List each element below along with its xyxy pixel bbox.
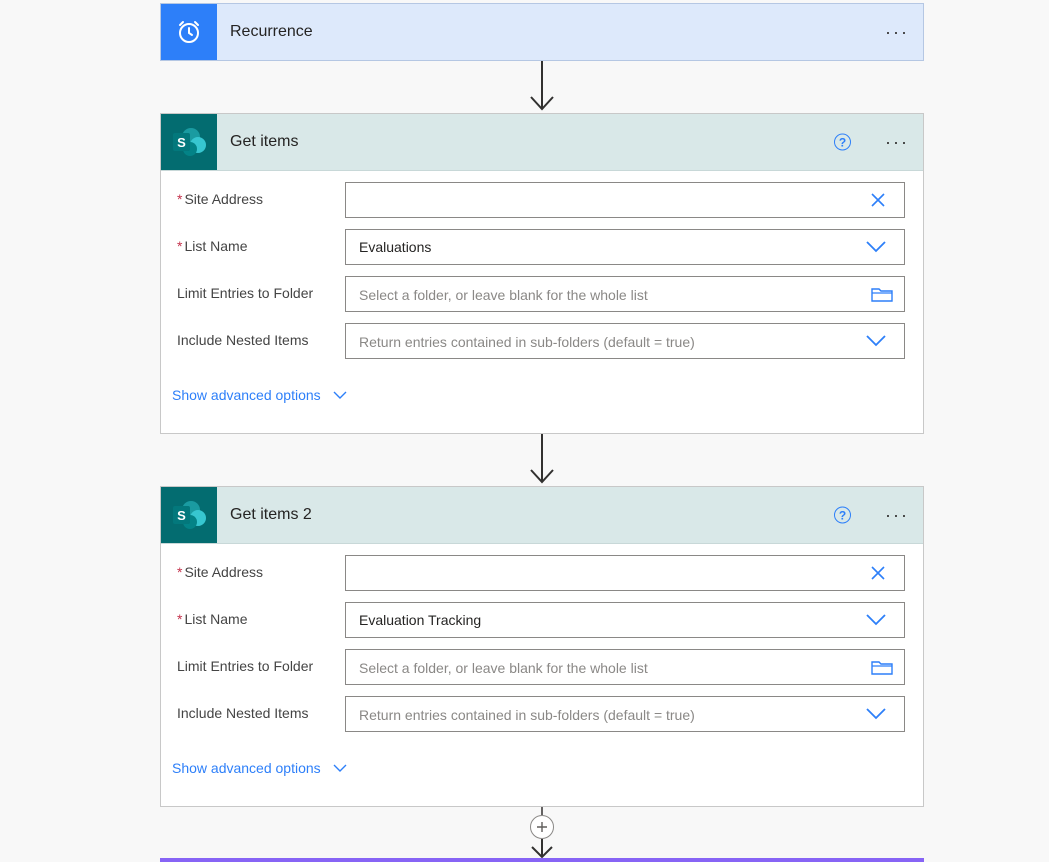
get-items-title: Get items — [230, 133, 299, 150]
required-marker: * — [177, 191, 183, 207]
chevron-down-icon[interactable] — [866, 241, 886, 253]
limit-entries-row: Limit Entries to Folder Select a folder,… — [161, 276, 923, 312]
site-address-row: * Site Address — [161, 182, 923, 218]
chevron-down-icon[interactable] — [866, 708, 886, 720]
limit-entries-input[interactable]: Select a folder, or leave blank for the … — [345, 276, 905, 312]
list-name-row: * List Name Evaluations — [161, 229, 923, 265]
show-advanced-options-label: Show advanced options — [172, 760, 321, 776]
get-items-card[interactable]: S Get items ? ··· * Site Address * List Na… — [160, 113, 924, 434]
site-address-label: * Site Address — [177, 564, 264, 580]
help-icon[interactable]: ? — [834, 506, 851, 524]
site-address-label: * Site Address — [177, 191, 264, 207]
clear-icon[interactable] — [870, 565, 886, 581]
folder-icon[interactable] — [871, 659, 893, 675]
insert-step-plus-button[interactable] — [530, 815, 554, 839]
include-nested-placeholder: Return entries contained in sub-folders … — [359, 707, 695, 723]
get-items-2-more-button[interactable]: ··· — [885, 506, 909, 524]
limit-entries-row: Limit Entries to Folder Select a folder,… — [161, 649, 923, 685]
show-advanced-options-label: Show advanced options — [172, 387, 321, 403]
sharepoint-icon: S — [173, 128, 206, 156]
chevron-down-icon[interactable] — [866, 614, 886, 626]
help-icon[interactable]: ? — [834, 133, 851, 151]
chevron-down-icon — [333, 764, 347, 772]
show-advanced-options-link[interactable]: Show advanced options — [172, 760, 347, 776]
limit-entries-label: Limit Entries to Folder — [177, 285, 314, 301]
clear-icon[interactable] — [870, 192, 886, 208]
list-name-label: * List Name — [177, 611, 248, 627]
limit-entries-placeholder: Select a folder, or leave blank for the … — [359, 287, 648, 303]
list-name-row: * List Name Evaluation Tracking — [161, 602, 923, 638]
site-address-row: * Site Address — [161, 555, 923, 591]
site-address-input[interactable] — [345, 555, 905, 591]
recurrence-title: Recurrence — [230, 23, 313, 40]
sharepoint-icon-tile: S — [161, 487, 217, 543]
sharepoint-icon-tile: S — [161, 114, 217, 170]
get-items-2-header[interactable]: S Get items 2 ? ··· — [161, 487, 923, 544]
next-action-card-edge[interactable] — [160, 858, 924, 862]
svg-text:S: S — [177, 508, 186, 523]
include-nested-label: Include Nested Items — [177, 332, 309, 348]
chevron-down-icon — [333, 391, 347, 399]
list-name-dropdown[interactable]: Evaluation Tracking — [345, 602, 905, 638]
recurrence-header[interactable]: Recurrence ··· — [161, 4, 923, 60]
get-items-2-title: Get items 2 — [230, 506, 312, 523]
get-items-more-button[interactable]: ··· — [885, 133, 909, 151]
limit-entries-placeholder: Select a folder, or leave blank for the … — [359, 660, 648, 676]
list-name-value: Evaluations — [359, 239, 432, 255]
include-nested-label: Include Nested Items — [177, 705, 309, 721]
include-nested-dropdown[interactable]: Return entries contained in sub-folders … — [345, 696, 905, 732]
chevron-down-icon[interactable] — [866, 335, 886, 347]
required-marker: * — [177, 611, 183, 627]
connector-arrow — [530, 61, 554, 111]
svg-text:S: S — [177, 135, 186, 150]
site-address-input[interactable] — [345, 182, 905, 218]
recurrence-more-button[interactable]: ··· — [885, 23, 909, 41]
connector-arrow — [530, 434, 554, 484]
list-name-label: * List Name — [177, 238, 248, 254]
list-name-dropdown[interactable]: Evaluations — [345, 229, 905, 265]
sharepoint-icon: S — [173, 501, 206, 529]
folder-icon[interactable] — [871, 286, 893, 302]
include-nested-row: Include Nested Items Return entries cont… — [161, 323, 923, 359]
include-nested-row: Include Nested Items Return entries cont… — [161, 696, 923, 732]
required-marker: * — [177, 564, 183, 580]
include-nested-dropdown[interactable]: Return entries contained in sub-folders … — [345, 323, 905, 359]
get-items-header[interactable]: S Get items ? ··· — [161, 114, 923, 171]
recurrence-card[interactable]: Recurrence ··· — [160, 3, 924, 61]
list-name-value: Evaluation Tracking — [359, 612, 482, 628]
show-advanced-options-link[interactable]: Show advanced options — [172, 387, 347, 403]
get-items-2-card[interactable]: S Get items 2 ? ··· * Site Address * List … — [160, 486, 924, 807]
include-nested-placeholder: Return entries contained in sub-folders … — [359, 334, 695, 350]
recurrence-icon-tile — [161, 4, 217, 60]
required-marker: * — [177, 238, 183, 254]
plus-icon — [537, 822, 547, 832]
limit-entries-label: Limit Entries to Folder — [177, 658, 314, 674]
limit-entries-input[interactable]: Select a folder, or leave blank for the … — [345, 649, 905, 685]
alarm-clock-icon — [179, 21, 199, 43]
